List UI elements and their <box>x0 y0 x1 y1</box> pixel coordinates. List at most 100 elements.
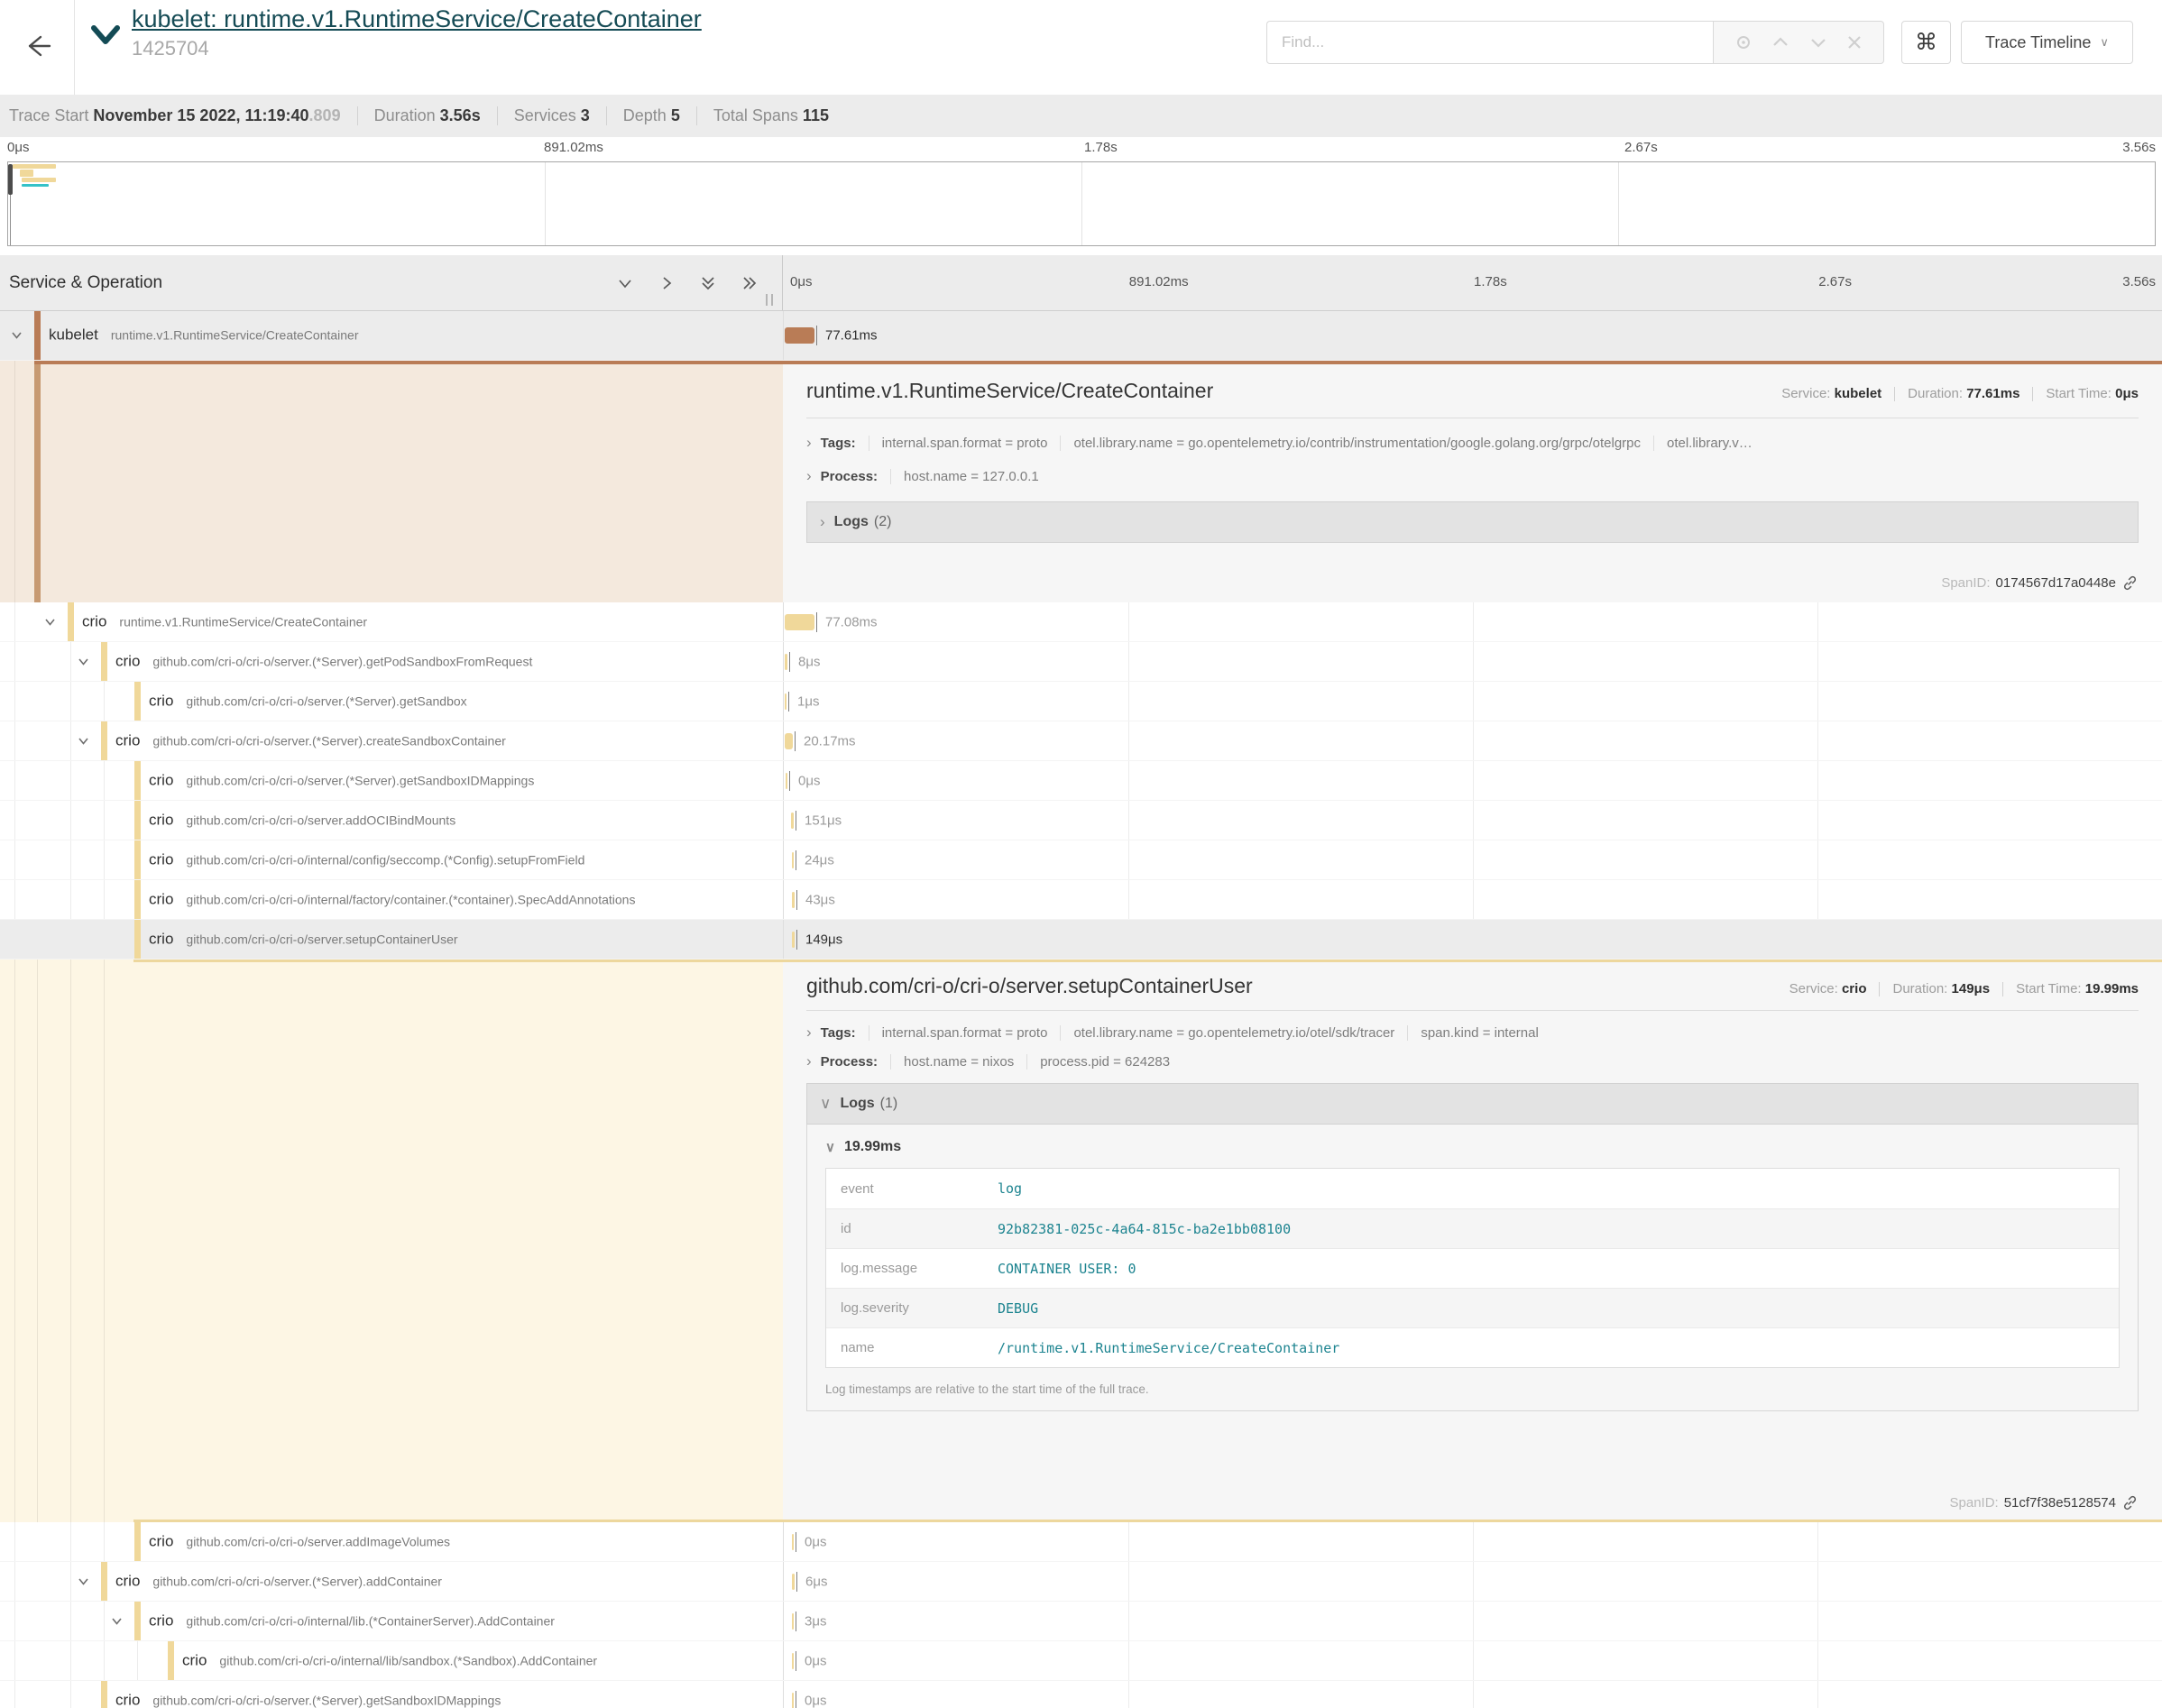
span-duration-bar[interactable] <box>785 654 787 670</box>
span-expand-chevron-icon[interactable] <box>43 615 57 629</box>
span-expand-chevron-icon[interactable] <box>110 1614 124 1628</box>
expand-all-icon[interactable] <box>741 274 759 292</box>
timeline-gridline <box>1128 682 1129 721</box>
span-row[interactable]: kubeletruntime.v1.RuntimeService/CreateC… <box>0 311 2162 361</box>
span-timeline-cell[interactable]: 8μs <box>783 642 2162 681</box>
span-timeline-cell[interactable]: 77.08ms <box>783 602 2162 641</box>
tags-accordion[interactable]: › Tags: internal.span.format = proto ote… <box>806 434 2139 452</box>
span-timeline-cell[interactable]: 151μs <box>783 801 2162 840</box>
keyboard-shortcuts-button[interactable]: ⌘ <box>1901 21 1951 64</box>
span-row[interactable]: criogithub.com/cri-o/cri-o/internal/lib.… <box>0 1602 2162 1641</box>
span-duration-bar[interactable] <box>792 892 795 908</box>
span-expand-chevron-icon[interactable] <box>10 328 23 342</box>
service-color-bar <box>168 1641 174 1680</box>
span-duration-bar[interactable] <box>785 327 814 344</box>
collapse-trace-chevron-icon[interactable] <box>90 23 121 47</box>
trace-services: Services 3 <box>497 106 606 125</box>
span-timeline-cell[interactable]: 20.17ms <box>783 721 2162 760</box>
process-accordion[interactable]: › Process: host.name = nixos process.pid… <box>806 1052 2139 1070</box>
span-row[interactable]: criogithub.com/cri-o/cri-o/server.(*Serv… <box>0 761 2162 801</box>
tags-accordion[interactable]: › Tags: internal.span.format = proto ote… <box>806 1024 2139 1042</box>
collapse-one-icon[interactable] <box>616 274 634 292</box>
span-duration-bar[interactable] <box>785 614 814 630</box>
span-row[interactable]: criogithub.com/cri-o/cri-o/server.(*Serv… <box>0 682 2162 721</box>
span-timeline-cell[interactable]: 77.61ms <box>783 311 2162 360</box>
tree-guide <box>70 1641 71 1680</box>
span-duration-bar[interactable] <box>792 1574 795 1590</box>
operation-name: github.com/cri-o/cri-o/server.(*Server).… <box>186 773 534 787</box>
span-row[interactable]: criogithub.com/cri-o/cri-o/server.(*Serv… <box>0 721 2162 761</box>
clear-find-icon[interactable] <box>1845 33 1863 51</box>
span-duration-label: 149μs <box>805 932 842 947</box>
span-duration-label: 0μs <box>798 773 821 788</box>
span-row[interactable]: criogithub.com/cri-o/cri-o/internal/fact… <box>0 880 2162 920</box>
span-timeline-cell[interactable]: 0μs <box>783 1681 2162 1708</box>
prev-match-icon[interactable] <box>1771 32 1790 52</box>
span-duration-bar[interactable] <box>792 1653 794 1669</box>
collapse-all-icon[interactable] <box>699 274 717 292</box>
minimap-range-handle[interactable] <box>8 164 13 195</box>
span-row[interactable]: criogithub.com/cri-o/cri-o/internal/conf… <box>0 840 2162 880</box>
start-time-value: 19.99ms <box>2085 981 2139 996</box>
span-duration-bar[interactable] <box>792 852 794 868</box>
tree-guide <box>70 880 71 919</box>
span-expand-chevron-icon[interactable] <box>77 734 90 748</box>
find-input[interactable] <box>1266 21 1713 64</box>
log-entry-accordion[interactable]: ∨ 19.99ms <box>825 1139 2120 1155</box>
span-duration-bar[interactable] <box>792 1613 794 1630</box>
timeline-gridline <box>1473 1681 1474 1708</box>
span-timeline-cell[interactable]: 0μs <box>783 1641 2162 1680</box>
span-duration-bar[interactable] <box>786 773 787 789</box>
span-duration-bar[interactable] <box>792 1534 794 1550</box>
service-label: Service: <box>1789 981 1838 996</box>
link-icon[interactable] <box>2121 574 2139 592</box>
span-timeline-cell[interactable]: 0μs <box>783 1522 2162 1561</box>
span-timeline-cell[interactable]: 3μs <box>783 1602 2162 1640</box>
logs-accordion[interactable]: ∨ Logs (1) <box>806 1083 2139 1125</box>
span-duration-bar[interactable] <box>792 1693 794 1708</box>
span-duration-bar[interactable] <box>785 693 787 710</box>
process-accordion[interactable]: › Process: host.name = 127.0.0.1 <box>806 467 2139 485</box>
column-resizer-grip[interactable] <box>766 294 773 306</box>
span-timeline-cell[interactable]: 24μs <box>783 840 2162 879</box>
span-expand-chevron-icon[interactable] <box>77 1575 90 1588</box>
timeline-gridline <box>1128 880 1129 919</box>
trace-minimap[interactable] <box>7 161 2156 246</box>
span-timeline-cell[interactable]: 6μs <box>783 1562 2162 1601</box>
timeline-gridline <box>1817 880 1818 919</box>
service-name: kubeletruntime.v1.RuntimeService/CreateC… <box>49 326 359 344</box>
link-icon[interactable] <box>2121 1494 2139 1511</box>
span-row[interactable]: criogithub.com/cri-o/cri-o/server.(*Serv… <box>0 1681 2162 1708</box>
span-row[interactable]: criogithub.com/cri-o/cri-o/server.(*Serv… <box>0 1562 2162 1602</box>
next-match-icon[interactable] <box>1808 32 1828 52</box>
view-selector-button[interactable]: Trace Timeline ∨ <box>1961 21 2133 64</box>
span-row[interactable]: criogithub.com/cri-o/cri-o/internal/lib/… <box>0 1641 2162 1681</box>
tree-guide <box>104 920 105 959</box>
tree-guide <box>70 642 71 681</box>
span-timeline-cell[interactable]: 0μs <box>783 761 2162 800</box>
span-row[interactable]: criogithub.com/cri-o/cri-o/server.addIma… <box>0 1522 2162 1562</box>
trace-title-link[interactable]: kubelet: runtime.v1.RuntimeService/Creat… <box>132 5 702 33</box>
detail-panel: runtime.v1.RuntimeService/CreateContaine… <box>783 361 2162 602</box>
log-field-value: /runtime.v1.RuntimeService/CreateContain… <box>998 1340 1339 1356</box>
operation-name: github.com/cri-o/cri-o/internal/factory/… <box>186 892 635 906</box>
span-timeline-cell[interactable]: 149μs <box>783 920 2162 959</box>
span-duration-bar[interactable] <box>785 733 793 749</box>
span-timeline-cell[interactable]: 43μs <box>783 880 2162 919</box>
focus-match-icon[interactable] <box>1734 32 1753 52</box>
timeline-gridline <box>1473 311 1474 360</box>
span-timeline-cell[interactable]: 1μs <box>783 682 2162 721</box>
trace-id: 1425704 <box>132 37 702 60</box>
span-row[interactable]: criogithub.com/cri-o/cri-o/server.setupC… <box>0 920 2162 960</box>
span-row[interactable]: crioruntime.v1.RuntimeService/CreateCont… <box>0 602 2162 642</box>
span-duration-bar[interactable] <box>791 813 794 829</box>
span-expand-chevron-icon[interactable] <box>77 655 90 668</box>
timeline-gridline <box>1128 602 1129 641</box>
span-row[interactable]: criogithub.com/cri-o/cri-o/server.addOCI… <box>0 801 2162 840</box>
span-duration-bar[interactable] <box>792 932 795 948</box>
span-row[interactable]: criogithub.com/cri-o/cri-o/server.(*Serv… <box>0 642 2162 682</box>
logs-accordion[interactable]: › Logs (2) <box>806 501 2139 543</box>
minimap-span-bar-teal <box>22 184 49 187</box>
back-button[interactable] <box>13 22 61 70</box>
expand-one-icon[interactable] <box>658 274 676 292</box>
